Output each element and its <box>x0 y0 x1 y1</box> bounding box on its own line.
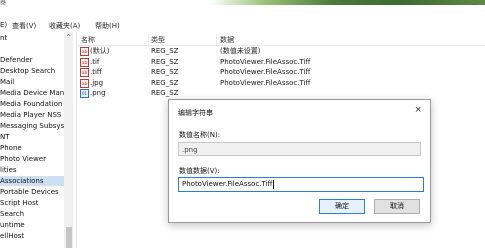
cell-type: REG_SZ <box>151 57 179 66</box>
text-caret <box>273 179 275 189</box>
tree-item[interactable]: Messaging Subsyst <box>0 121 67 131</box>
cell-name: .tif <box>90 57 100 66</box>
cell-name: (默认) <box>90 47 110 55</box>
cell-name: .jpg <box>90 78 104 87</box>
tree-item[interactable]: Portable Devices <box>0 187 59 197</box>
column-header-data[interactable]: 数据 <box>220 35 234 45</box>
dialog-title: 编辑字符串 <box>178 109 213 117</box>
list-item[interactable]: ab .tif REG_SZ PhotoViewer.FileAssoc.Tiff <box>78 57 485 67</box>
column-divider[interactable] <box>148 34 149 45</box>
tree-item[interactable]: Media Device Man <box>0 88 64 98</box>
tree-item[interactable]: Associations <box>0 176 72 186</box>
value-data-label: 数值数据(V): <box>179 167 220 175</box>
menu-edit[interactable]: E) <box>0 21 7 29</box>
tree-item[interactable]: ellHost <box>0 231 24 241</box>
tree-item[interactable]: lities <box>0 165 17 175</box>
tree-item[interactable]: Defender <box>0 55 33 65</box>
tree-item[interactable]: Mail <box>0 77 14 87</box>
cell-data: PhotoViewer.FileAssoc.Tiff <box>220 68 311 76</box>
tree-scrollbar[interactable]: ^ <box>64 32 73 248</box>
string-value-icon: ab <box>80 78 89 88</box>
title-bar-decoration <box>210 0 485 5</box>
tree-item[interactable]: Desktop Search <box>0 66 55 76</box>
cell-type: REG_SZ <box>151 47 179 55</box>
menu-favorites[interactable]: 收藏夹(A) <box>49 21 80 31</box>
pane-splitter[interactable] <box>76 32 77 248</box>
column-divider[interactable] <box>216 34 217 45</box>
scroll-up-icon[interactable]: ^ <box>64 34 73 41</box>
cell-data: PhotoViewer.FileAssoc.Tiff <box>220 57 311 66</box>
list-item[interactable]: ab .tiff REG_SZ PhotoViewer.FileAssoc.Tiff <box>78 67 485 77</box>
edit-string-dialog: 编辑字符串 × 数值名称(N): .png 数值数据(V): PhotoView… <box>168 99 431 223</box>
cell-type: REG_SZ <box>151 78 179 87</box>
list-item[interactable]: ab .jpg REG_SZ PhotoViewer.FileAssoc.Tiff <box>78 78 485 88</box>
value-name-field: .png <box>178 142 421 156</box>
tree-item[interactable]: untime <box>0 220 25 230</box>
string-value-icon: ab <box>80 57 89 67</box>
value-data-input[interactable]: PhotoViewer.FileAssoc.Tiff <box>178 177 424 192</box>
scrollbar-thumb[interactable] <box>66 227 72 248</box>
string-value-icon: ab <box>80 68 89 77</box>
tree-item[interactable]: nt <box>0 33 7 43</box>
column-header-name[interactable]: 名称 <box>81 35 95 45</box>
value-name-label: 数值名称(N): <box>179 131 221 139</box>
close-icon[interactable]: × <box>414 105 422 115</box>
window-title: 器 <box>0 0 7 6</box>
cell-data: (数值未设置) <box>220 47 261 55</box>
cancel-button[interactable]: 取消 <box>374 199 420 214</box>
cell-data: PhotoViewer.FileAssoc.Tiff <box>220 78 311 87</box>
tree-item[interactable]: NT <box>0 132 10 142</box>
menu-view[interactable]: 查看(V) <box>12 21 36 31</box>
cell-name: .tiff <box>90 68 102 76</box>
list-item[interactable]: ab (默认) REG_SZ (数值未设置) <box>78 46 485 56</box>
list-item[interactable]: 01 .png REG_SZ <box>78 88 485 98</box>
tree-item[interactable]: Media Player NSS <box>0 110 61 120</box>
cell-type: REG_SZ <box>151 68 179 76</box>
title-bar: 器 <box>0 0 485 10</box>
tree-item[interactable]: Media Foundation <box>0 99 62 109</box>
value-data-text: PhotoViewer.FileAssoc.Tiff <box>182 180 273 188</box>
cell-type: REG_SZ <box>151 89 179 97</box>
binary-value-icon: 01 <box>80 89 89 98</box>
tree-item[interactable]: Photo Viewer <box>0 154 46 164</box>
minimize-icon[interactable] <box>472 4 477 5</box>
tree-item[interactable]: Script Host <box>0 198 38 208</box>
column-header-type[interactable]: 类型 <box>151 35 165 45</box>
tree-item[interactable]: Search <box>0 209 24 219</box>
string-value-icon: ab <box>80 47 89 56</box>
ok-button[interactable]: 确定 <box>319 199 365 214</box>
tree-item[interactable]: Phone <box>0 143 22 153</box>
menu-bar: E) 查看(V) 收藏夹(A) 帮助(H) <box>0 10 485 32</box>
cell-name: .png <box>90 89 106 97</box>
menu-help[interactable]: 帮助(H) <box>95 21 120 31</box>
